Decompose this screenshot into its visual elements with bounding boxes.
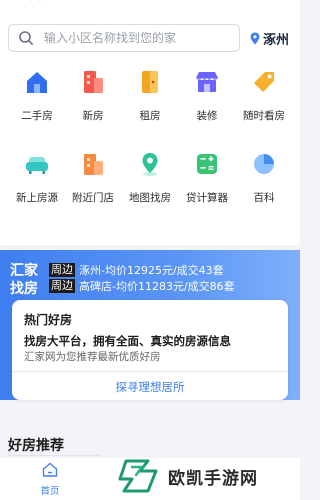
building-icon xyxy=(84,71,103,93)
watermark: 欧凯手游网 xyxy=(118,455,298,497)
location-pin-icon xyxy=(250,32,260,44)
category-label: 贷计算器 xyxy=(186,192,228,204)
category-map-search[interactable]: 地图找房 xyxy=(120,150,180,205)
search-bar[interactable] xyxy=(8,24,240,52)
sofa-icon xyxy=(26,157,48,174)
door-icon xyxy=(142,71,158,93)
category-label: 二手房 xyxy=(21,110,53,122)
status-bar: · · · xyxy=(0,0,300,10)
market-stat: 高碑店-均价11283元/成交86套 xyxy=(79,280,235,293)
section-divider xyxy=(8,455,100,456)
card-title: 找房大平台，拥有全面、真实的房源信息 xyxy=(24,334,231,348)
status-bar-text: · · · xyxy=(30,0,50,6)
location-city: 涿州 xyxy=(263,32,290,48)
pie-chart-icon xyxy=(254,154,274,174)
calculator-icon xyxy=(197,154,217,174)
tag-icon xyxy=(254,72,274,92)
hot-listings-card[interactable]: 热门好房 找房大平台，拥有全面、真实的房源信息 汇家网为您推荐最新优质好房 探寻… xyxy=(12,300,288,400)
category-encyclopedia[interactable]: 百科 xyxy=(234,150,294,205)
search-icon xyxy=(19,31,33,45)
category-label: 新房 xyxy=(82,110,104,122)
category-nearby-stores[interactable]: 附近门店 xyxy=(63,150,123,205)
section-title: 好房推荐 xyxy=(8,438,64,454)
category-label: 租房 xyxy=(139,110,161,122)
category-loan-calculator[interactable]: 贷计算器 xyxy=(177,150,237,205)
home-icon xyxy=(42,462,58,477)
card-heading: 热门好房 xyxy=(24,313,73,327)
watermark-text: 欧凯手游网 xyxy=(168,468,258,489)
category-label: 附近门店 xyxy=(72,192,114,204)
location-selector[interactable]: 涿州 xyxy=(250,28,289,48)
house-icon xyxy=(27,72,47,93)
brand-title: 汇家找房 xyxy=(10,263,38,297)
watermark-logo-icon xyxy=(118,459,158,493)
category-viewing[interactable]: 随时看房 xyxy=(234,68,294,123)
category-new-listings[interactable]: 新上房源 xyxy=(7,150,67,205)
category-label: 随时看房 xyxy=(243,110,285,122)
explore-button[interactable]: 探寻理想居所 xyxy=(12,379,288,395)
market-stat: 涿州-均价12925元/成交43套 xyxy=(79,264,224,277)
area-tag: 周边 xyxy=(49,263,75,277)
category-rent[interactable]: 租房 xyxy=(120,68,180,123)
map-pin-icon xyxy=(142,153,158,176)
tab-home[interactable]: 首页 xyxy=(38,462,62,497)
card-divider xyxy=(12,371,288,372)
category-new-house[interactable]: 新房 xyxy=(63,68,123,123)
area-tag: 周边 xyxy=(49,279,75,293)
category-label: 百科 xyxy=(253,192,275,204)
category-decoration[interactable]: 装修 xyxy=(177,68,237,123)
market-row: 周边 涿州-均价12925元/成交43套 xyxy=(49,262,224,278)
card-subtitle: 汇家网为您推荐最新优质好房 xyxy=(24,351,161,363)
category-second-hand[interactable]: 二手房 xyxy=(7,68,67,123)
category-label: 地图找房 xyxy=(129,192,171,204)
category-label: 新上房源 xyxy=(16,192,58,204)
shop-icon xyxy=(84,154,103,175)
tab-home-label: 首页 xyxy=(40,486,60,497)
category-label: 装修 xyxy=(196,110,218,122)
market-row: 周边 高碑店-均价11283元/成交86套 xyxy=(49,278,235,294)
store-icon xyxy=(196,72,218,92)
search-input[interactable] xyxy=(44,31,234,45)
